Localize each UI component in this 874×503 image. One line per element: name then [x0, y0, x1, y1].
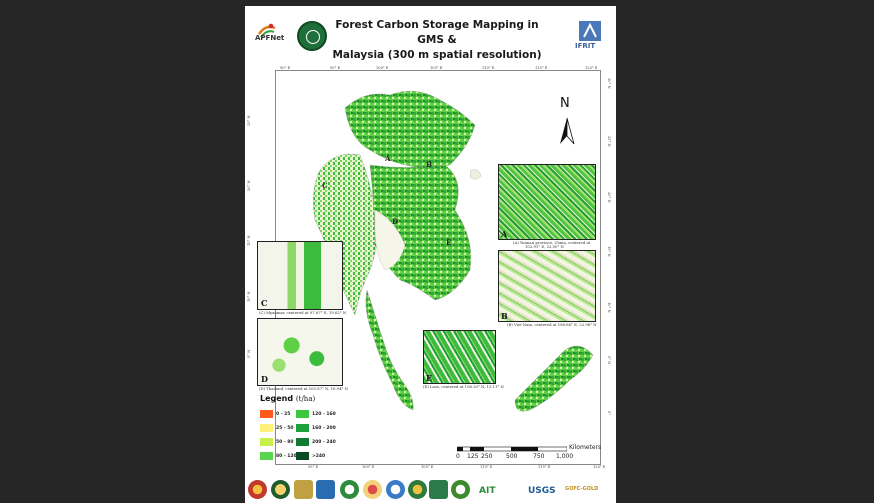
scale-label-750: 750: [533, 453, 545, 460]
partner-logo-3: [294, 480, 313, 499]
inset-d-caption: (D) Thailand, centered at 103.87° N, 16.…: [259, 386, 348, 391]
gofc-gold-logo: GOFC-GOLD: [565, 486, 599, 492]
scale-bar: [457, 446, 567, 452]
title-line-2: Malaysia (300 m spatial resolution): [332, 49, 542, 61]
legend-item-25-50: 25 - 50: [260, 424, 294, 432]
partner-logo-7: [386, 480, 405, 499]
inset-b-letter: B: [501, 311, 508, 321]
scale-label-500: 500: [506, 453, 518, 460]
scale-unit: Kilometers: [569, 444, 602, 451]
legend-swatch: [296, 452, 309, 460]
inset-d-letter: D: [261, 374, 268, 384]
legend-swatch: [260, 410, 273, 418]
graticule-right-30: 30° N: [607, 78, 611, 89]
graticule-bottom-115: 115° E: [538, 465, 551, 469]
map-label-c: C: [322, 181, 328, 190]
legend-item-80-120: 80 - 120: [260, 452, 297, 460]
legend-item-240-plus: >240: [296, 452, 325, 460]
graticule-left-20: 20° N: [247, 180, 251, 191]
university-seal-logo: [297, 21, 327, 51]
partner-logo-9: [429, 480, 448, 499]
inset-e-letter: E: [426, 373, 433, 383]
legend-swatch: [260, 452, 273, 460]
partner-logo-6: [363, 480, 382, 499]
graticule-right-15: 15° N: [607, 246, 611, 257]
graticule-right-0: 0°: [607, 411, 611, 416]
legend-unit: (t/ha): [295, 395, 316, 403]
scale-label-250: 250: [481, 453, 493, 460]
graticule-left-5: 5° N: [247, 349, 251, 358]
partner-logo-2: [271, 480, 290, 499]
inset-e-caption: (E) Laos, centered at 106.20° N, 15.11° …: [423, 384, 504, 389]
scale-label-0: 0: [456, 453, 460, 460]
partner-logo-10: [451, 480, 470, 499]
graticule-right-10: 10° N: [607, 302, 611, 313]
legend-swatch: [296, 424, 309, 432]
inset-d: D: [257, 318, 343, 386]
inset-b: B: [498, 250, 596, 322]
graticule-right-5: 5° N: [607, 356, 611, 365]
inset-c-caption: (C) Myanmar, centered at 97.67° E, 19.62…: [259, 310, 347, 315]
legend-swatch: [260, 424, 273, 432]
legend-title: Legend (t/ha): [260, 394, 316, 403]
ait-logo: AIT: [479, 486, 496, 496]
usgs-logo: USGS: [528, 486, 556, 496]
graticule-bottom-120: 120° E: [593, 465, 606, 469]
map-label-d: D: [392, 217, 399, 226]
graticule-bottom-105: 105° E: [421, 465, 434, 469]
legend-item-0-25: 0 - 25: [260, 410, 290, 418]
legend-item-120-160: 120 - 160: [296, 410, 336, 418]
graticule-right-20: 20° N: [607, 192, 611, 203]
north-arrow-icon: [560, 117, 575, 145]
inset-b-caption: (B) Viet Nam, centered at 106.66° E, 22.…: [507, 322, 597, 327]
partner-logo-5: [340, 480, 359, 499]
inset-c: C: [257, 241, 343, 310]
apfnet-label: APFNet: [255, 34, 285, 42]
partner-logo-8: [408, 480, 427, 499]
partner-logo-strip: AIT USGS GOFC-GOLD: [245, 476, 616, 503]
legend-item-50-80: 50 - 80: [260, 438, 294, 446]
graticule-left-15: 15° N: [247, 235, 251, 246]
legend-swatch: [296, 438, 309, 446]
inset-e: E: [423, 330, 496, 384]
legend-swatch: [296, 410, 309, 418]
graticule-bottom-100: 100° E: [362, 465, 375, 469]
graticule-left-25: 25° N: [247, 115, 251, 126]
ifrit-logo: [579, 21, 601, 41]
graticule-left-10: 10° N: [247, 291, 251, 302]
partner-logo-4: [316, 480, 335, 499]
map-label-b: B: [426, 160, 432, 169]
map-label-a: A: [385, 154, 391, 163]
legend-swatch: [260, 438, 273, 446]
inset-a: A: [498, 164, 596, 240]
inset-a-letter: A: [501, 229, 508, 239]
map-label-e: E: [446, 238, 452, 247]
north-label: N: [560, 96, 570, 111]
ifrit-label: IFRIT: [575, 42, 596, 50]
map-title: Forest Carbon Storage Mapping in GMS & M…: [325, 18, 549, 63]
legend-item-200-240: 200 - 240: [296, 438, 336, 446]
title-line-1: Forest Carbon Storage Mapping in GMS &: [335, 19, 539, 46]
legend-item-160-200: 160 - 200: [296, 424, 336, 432]
graticule-bottom-110: 110° E: [480, 465, 493, 469]
graticule-right-25: 25° N: [607, 136, 611, 147]
scale-label-125: 125: [467, 453, 479, 460]
partner-logo-1: [248, 480, 267, 499]
scale-label-1000: 1,000: [556, 453, 574, 460]
inset-c-letter: C: [261, 298, 268, 308]
map-sheet: APFNet Forest Carbon Storage Mapping in …: [245, 6, 616, 503]
graticule-bottom-95: 95° E: [308, 465, 319, 469]
inset-a-caption-line-2: 102.91° E, 22.50° N: [525, 244, 564, 249]
